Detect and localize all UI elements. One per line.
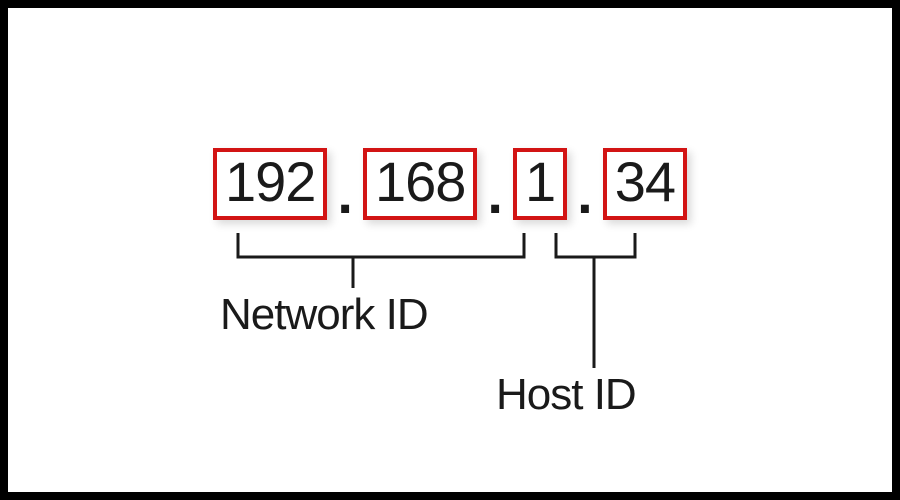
bracket-svg <box>8 8 892 492</box>
dot-1: . <box>327 166 363 222</box>
label-network-id: Network ID <box>220 290 428 340</box>
label-host-id: Host ID <box>496 370 636 420</box>
octet-2: 168 <box>363 148 477 220</box>
octet-3: 1 <box>513 148 567 220</box>
diagram-frame: 192 . 168 . 1 . 34 Network ID Host ID <box>0 0 900 500</box>
octet-1: 192 <box>213 148 327 220</box>
dot-3: . <box>567 166 603 222</box>
octet-4: 34 <box>603 148 687 220</box>
dot-2: . <box>477 166 513 222</box>
ip-address-row: 192 . 168 . 1 . 34 <box>8 148 892 220</box>
